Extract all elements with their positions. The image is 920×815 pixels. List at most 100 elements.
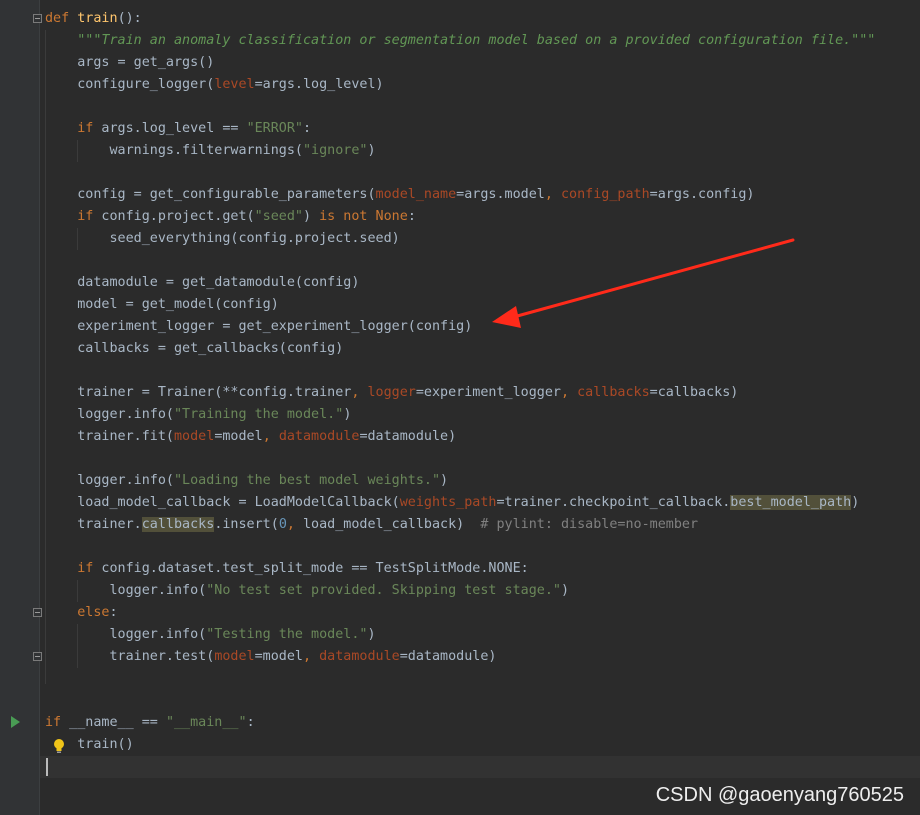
fold-marker-icon[interactable] <box>33 652 42 661</box>
code-text: : <box>246 715 255 730</box>
code-text: config.dataset.test_split_mode == TestSp… <box>93 561 529 576</box>
code-text: : <box>407 209 416 224</box>
code-text: config.project.get( <box>93 209 255 224</box>
code-text: __name__ == <box>61 715 166 730</box>
code-line: train() <box>45 734 920 756</box>
code-line: else: <box>45 602 920 624</box>
text-caret <box>46 758 48 776</box>
string-literal: "__main__" <box>165 715 247 730</box>
keyword: if <box>77 209 94 224</box>
code-text: config = get_configurable_parameters( <box>77 187 376 202</box>
code-editor[interactable]: def train(): """Train an anomaly classif… <box>40 8 920 778</box>
code-line: trainer.fit(model=model, datamodule=data… <box>45 426 920 448</box>
code-line: trainer = Trainer(**config.trainer, logg… <box>45 382 920 404</box>
code-text: ) <box>851 495 860 510</box>
code-text: load_model_callback = LoadModelCallback( <box>77 495 400 510</box>
code-text: ) <box>367 143 376 158</box>
comma: , <box>262 429 279 444</box>
code-text: =model <box>254 649 303 664</box>
code-text: =args.log_level) <box>254 77 384 92</box>
code-line: if config.dataset.test_split_mode == Tes… <box>45 558 920 580</box>
string-literal: "ERROR" <box>246 121 303 136</box>
code-text: model = get_model(config) <box>77 297 279 312</box>
comma: , <box>351 385 368 400</box>
code-line: callbacks = get_callbacks(config) <box>45 338 920 360</box>
code-text: load_model_callback) <box>303 517 481 532</box>
keyword: is not None <box>319 209 408 224</box>
param-name: weights_path <box>399 495 497 510</box>
code-text: .insert( <box>214 517 279 532</box>
code-text: (): <box>117 11 142 26</box>
code-line: if config.project.get("seed") is not Non… <box>45 206 920 228</box>
string-literal: "seed" <box>254 209 303 224</box>
code-text: ) <box>440 473 449 488</box>
code-line: args = get_args() <box>45 52 920 74</box>
code-line: warnings.filterwarnings("ignore") <box>45 140 920 162</box>
code-text: =datamodule) <box>359 429 457 444</box>
code-line: if __name__ == "__main__": <box>45 712 920 734</box>
docstring: """Train an anomaly classification or se… <box>77 33 876 48</box>
code-text: =args.config) <box>649 187 755 202</box>
param-name: level <box>214 77 255 92</box>
code-text: train() <box>77 737 134 752</box>
code-line: seed_everything(config.project.seed) <box>45 228 920 250</box>
keyword: if <box>77 121 94 136</box>
code-text: =trainer.checkpoint_callback. <box>496 495 731 510</box>
comma: , <box>303 649 320 664</box>
code-text: : <box>109 605 118 620</box>
code-text: trainer.test( <box>109 649 215 664</box>
code-text: experiment_logger = get_experiment_logge… <box>77 319 473 334</box>
code-text: logger.info( <box>109 627 207 642</box>
keyword: if <box>45 715 62 730</box>
code-text: seed_everything(config.project.seed) <box>109 231 400 246</box>
code-text: configure_logger( <box>77 77 215 92</box>
string-literal: "Loading the best model weights." <box>174 473 441 488</box>
current-code-line[interactable] <box>40 756 920 778</box>
code-text: =datamodule) <box>399 649 497 664</box>
code-text: =model <box>214 429 263 444</box>
param-name: callbacks <box>577 385 650 400</box>
code-line: logger.info("Testing the model.") <box>45 624 920 646</box>
param-name: model_name <box>375 187 457 202</box>
code-line: experiment_logger = get_experiment_logge… <box>45 316 920 338</box>
code-line: configure_logger(level=args.log_level) <box>45 74 920 96</box>
keyword: if <box>77 561 94 576</box>
string-literal: "ignore" <box>302 143 368 158</box>
code-line: logger.info("Loading the best model weig… <box>45 470 920 492</box>
param-name: logger <box>367 385 416 400</box>
highlighted-identifier: callbacks <box>141 517 215 532</box>
code-text: logger.info( <box>77 473 174 488</box>
keyword: else <box>77 605 110 620</box>
code-line: trainer.test(model=model, datamodule=dat… <box>45 646 920 668</box>
code-text: =callbacks) <box>649 385 739 400</box>
code-text: logger.info( <box>109 583 207 598</box>
param-name: datamodule <box>278 429 360 444</box>
string-literal: "No test set provided. Skipping test sta… <box>206 583 561 598</box>
keyword: def <box>45 11 70 26</box>
run-icon[interactable] <box>11 716 20 728</box>
code-text: ) <box>367 627 376 642</box>
comma: , <box>560 385 578 400</box>
string-literal: "Testing the model." <box>206 627 368 642</box>
comma: , <box>286 517 303 532</box>
code-text: args = get_args() <box>77 55 215 70</box>
code-text: ) <box>303 209 320 224</box>
watermark: CSDN @gaoenyang760525 <box>655 784 904 806</box>
function-name: train <box>77 11 118 26</box>
code-line: if args.log_level == "ERROR": <box>45 118 920 140</box>
comma: , <box>544 187 561 202</box>
code-text: ) <box>343 407 352 422</box>
code-line: datamodule = get_datamodule(config) <box>45 272 920 294</box>
code-line: """Train an anomaly classification or se… <box>45 30 920 52</box>
fold-marker-icon[interactable] <box>33 608 42 617</box>
code-line: logger.info("Training the model.") <box>45 404 920 426</box>
param-name: datamodule <box>319 649 400 664</box>
code-text: logger.info( <box>77 407 174 422</box>
fold-marker-icon[interactable] <box>33 14 42 23</box>
param-name: config_path <box>560 187 650 202</box>
